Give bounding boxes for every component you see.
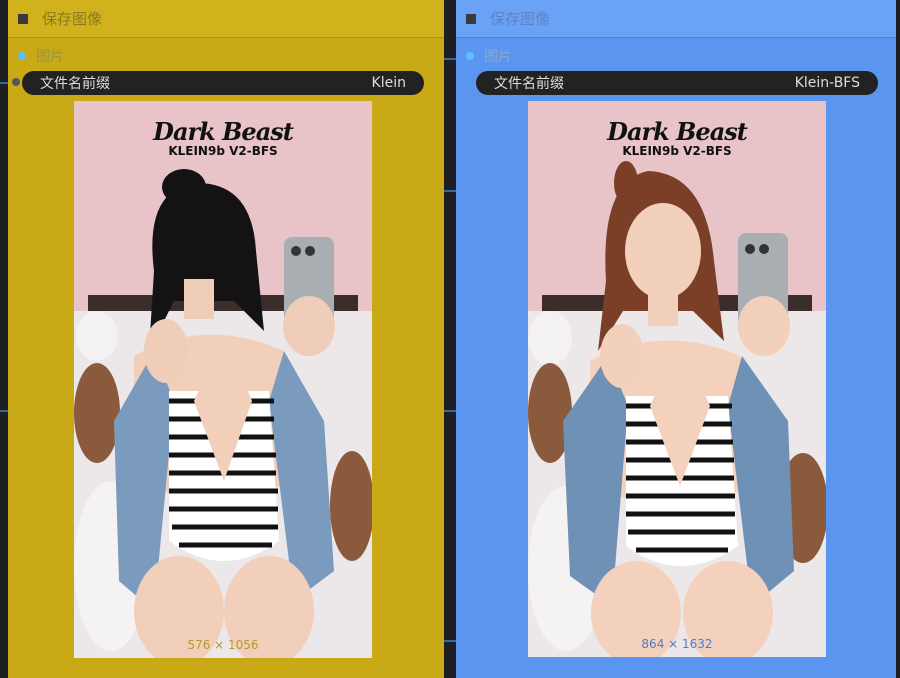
collapse-icon[interactable]: [466, 13, 476, 24]
image-preview[interactable]: Dark Beast KLEIN9b V2-BFS: [74, 101, 372, 658]
node-title: 保存图像: [42, 10, 103, 28]
widget-value[interactable]: Klein-BFS: [795, 75, 860, 91]
image-preview[interactable]: Dark Beast KLEIN9b V2-BFS: [528, 101, 826, 657]
image-input-slot[interactable]: 图片: [18, 46, 64, 66]
image-input-slot[interactable]: 图片: [466, 46, 512, 66]
input-slot-dot-icon[interactable]: [18, 52, 26, 60]
input-slot-label: 图片: [484, 49, 512, 65]
filename-prefix-widget[interactable]: 文件名前缀 Klein-BFS: [476, 71, 878, 95]
save-image-node-1[interactable]: 保存图像 图片 文件名前缀 Klein Dark Beast KLEIN9b V…: [8, 0, 444, 678]
widget-label: 文件名前缀: [494, 76, 564, 92]
node-title-bar[interactable]: 保存图像: [456, 0, 896, 38]
widget-label: 文件名前缀: [40, 76, 110, 92]
preview-person: [563, 161, 794, 657]
collapse-icon[interactable]: [18, 13, 28, 24]
widget-value[interactable]: Klein: [372, 75, 406, 91]
input-slot-dot-icon[interactable]: [466, 52, 474, 60]
image-size-label: 864 × 1632: [641, 637, 713, 651]
node-canvas[interactable]: 保存图像 图片 文件名前缀 Klein Dark Beast KLEIN9b V…: [0, 0, 900, 678]
node-title-bar[interactable]: 保存图像: [8, 0, 444, 38]
filename-prefix-widget[interactable]: 文件名前缀 Klein: [22, 71, 424, 95]
widget-slot-dot-icon[interactable]: [12, 78, 20, 86]
save-image-node-2[interactable]: 保存图像 图片 文件名前缀 Klein-BFS Dark Beast KLEIN…: [456, 0, 896, 678]
node-title: 保存图像: [490, 10, 551, 28]
input-slot-label: 图片: [36, 49, 64, 65]
preview-person: [114, 169, 335, 658]
image-size-label: 576 × 1056: [187, 638, 259, 652]
